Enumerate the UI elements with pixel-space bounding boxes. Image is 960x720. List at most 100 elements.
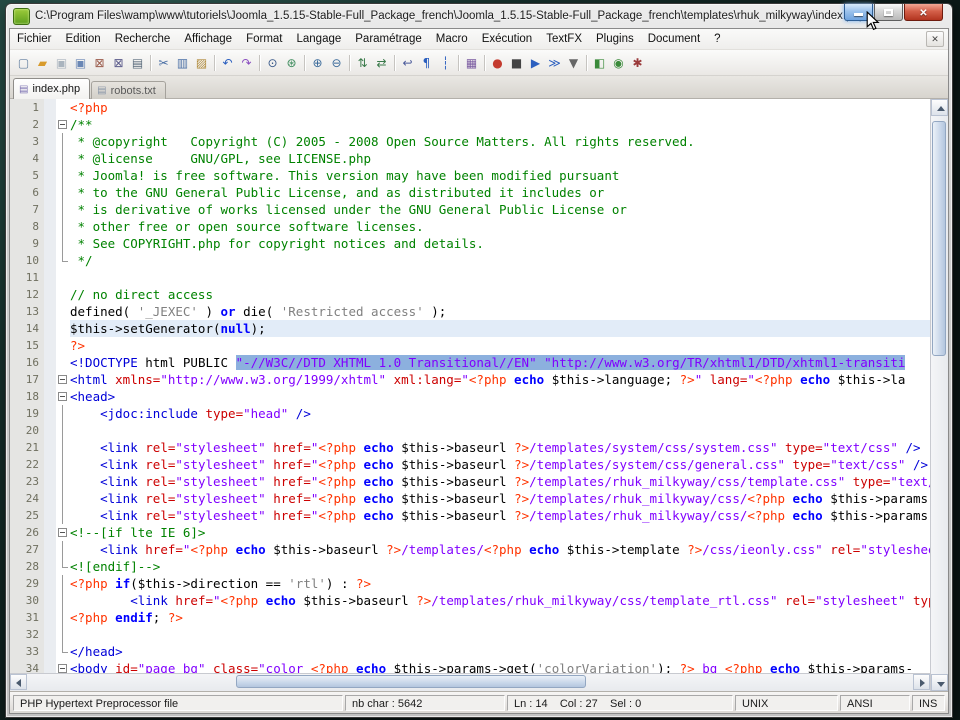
code-text[interactable]: <jdoc:include type="head" /> <box>70 405 930 422</box>
bookmark-margin[interactable] <box>44 524 56 541</box>
code-text[interactable]: <!DOCTYPE html PUBLIC "-//W3C//DTD XHTML… <box>70 354 930 371</box>
code-text[interactable]: ?> <box>70 337 930 354</box>
code-text[interactable]: <link href="<?php echo $this->baseurl ?>… <box>70 592 930 609</box>
find-button[interactable]: ⊙ <box>263 53 282 72</box>
title-bar[interactable]: C:\Program Files\wamp\www\tutoriels\Joom… <box>9 4 949 28</box>
bookmark-margin[interactable] <box>44 337 56 354</box>
menu-item-affichage[interactable]: Affichage <box>177 31 239 47</box>
code-text[interactable]: <!--[if lte IE 6]> <box>70 524 930 541</box>
horizontal-scrollbar[interactable] <box>10 673 930 691</box>
code-text[interactable]: <?php <box>70 99 930 116</box>
bookmark-margin[interactable] <box>44 439 56 456</box>
code-text[interactable] <box>70 269 930 286</box>
code-text[interactable]: <html xmlns="http://www.w3.org/1999/xhtm… <box>70 371 930 388</box>
menu-item-format[interactable]: Format <box>239 31 289 47</box>
stop-record-button[interactable]: ■ <box>507 53 526 72</box>
bookmark-margin[interactable] <box>44 286 56 303</box>
save-macro-button[interactable]: ▼ <box>564 53 583 72</box>
play-macro-button[interactable]: ▶ <box>526 53 545 72</box>
bookmark-margin[interactable] <box>44 99 56 116</box>
bookmark-margin[interactable] <box>44 626 56 643</box>
save-button[interactable]: ▣ <box>52 53 71 72</box>
bookmark-margin[interactable] <box>44 150 56 167</box>
menu-item-document[interactable]: Document <box>641 31 707 47</box>
zoom-in-button[interactable]: ⊕ <box>308 53 327 72</box>
bookmark-margin[interactable] <box>44 541 56 558</box>
show-all-characters-button[interactable]: ¶ <box>417 53 436 72</box>
scroll-up-arrow[interactable] <box>931 99 948 116</box>
fold-collapse-icon[interactable] <box>58 392 67 401</box>
bookmark-margin[interactable] <box>44 354 56 371</box>
fold-collapse-icon[interactable] <box>58 375 67 384</box>
code-text[interactable]: <link rel="stylesheet" href="<?php echo … <box>70 439 930 456</box>
replace-button[interactable]: ⊛ <box>282 53 301 72</box>
bookmark-margin[interactable] <box>44 235 56 252</box>
scroll-right-arrow[interactable] <box>913 674 930 690</box>
cut-button[interactable]: ✂ <box>154 53 173 72</box>
close-button[interactable] <box>904 4 943 21</box>
code-text[interactable]: <link rel="stylesheet" href="<?php echo … <box>70 507 930 524</box>
bookmark-margin[interactable] <box>44 592 56 609</box>
code-text[interactable]: * Joomla! is free software. This version… <box>70 167 930 184</box>
save-all-button[interactable]: ▣ <box>71 53 90 72</box>
menu-item-langage[interactable]: Langage <box>289 31 348 47</box>
code-text[interactable]: <body id="page_bg" class="color_<?php ec… <box>70 660 930 673</box>
bookmark-margin[interactable] <box>44 218 56 235</box>
code-text[interactable]: <link rel="stylesheet" href="<?php echo … <box>70 473 930 490</box>
bookmark-margin[interactable] <box>44 643 56 660</box>
menu-item-item[interactable]: ? <box>707 31 727 47</box>
code-text[interactable]: */ <box>70 252 930 269</box>
code-text[interactable]: // no direct access <box>70 286 930 303</box>
code-text[interactable]: * @license GNU/GPL, see LICENSE.php <box>70 150 930 167</box>
fold-collapse-icon[interactable] <box>58 120 67 129</box>
doc-monitor-button[interactable]: ◉ <box>609 53 628 72</box>
paste-button[interactable]: ▨ <box>192 53 211 72</box>
bookmark-margin[interactable] <box>44 201 56 218</box>
sync-vertical-button[interactable]: ⇅ <box>353 53 372 72</box>
code-text[interactable]: <![endif]--> <box>70 558 930 575</box>
menu-item-recherche[interactable]: Recherche <box>108 31 178 47</box>
bookmark-margin[interactable] <box>44 473 56 490</box>
scroll-down-arrow[interactable] <box>931 674 948 691</box>
code-text[interactable]: /** <box>70 116 930 133</box>
bookmark-margin[interactable] <box>44 320 56 337</box>
redo-button[interactable]: ↷ <box>237 53 256 72</box>
open-file-button[interactable]: ▰ <box>33 53 52 72</box>
bookmark-margin[interactable] <box>44 388 56 405</box>
bookmark-margin[interactable] <box>44 167 56 184</box>
code-text[interactable] <box>70 626 930 643</box>
bookmark-margin[interactable] <box>44 184 56 201</box>
bookmark-margin[interactable] <box>44 558 56 575</box>
bookmark-margin[interactable] <box>44 609 56 626</box>
bookmark-margin[interactable] <box>44 116 56 133</box>
tab-index-php[interactable]: ▤ index.php <box>13 78 91 99</box>
bookmark-margin[interactable] <box>44 575 56 592</box>
close-document-button[interactable] <box>926 31 944 47</box>
copy-button[interactable]: ▥ <box>173 53 192 72</box>
menu-item-param-trage[interactable]: Paramétrage <box>348 31 428 47</box>
indent-guide-button[interactable]: ┆ <box>436 53 455 72</box>
menu-item-plugins[interactable]: Plugins <box>589 31 641 47</box>
record-macro-button[interactable]: ● <box>488 53 507 72</box>
code-lines[interactable]: 1 <?php 2/** 3 * @copyright Copyright (C) 2… <box>10 99 930 673</box>
sync-horizontal-button[interactable]: ⇄ <box>372 53 391 72</box>
undo-button[interactable]: ↶ <box>218 53 237 72</box>
code-text[interactable]: <link rel="stylesheet" href="<?php echo … <box>70 456 930 473</box>
bookmark-margin[interactable] <box>44 660 56 673</box>
code-text[interactable]: <head> <box>70 388 930 405</box>
run-macro-multiple-button[interactable]: ≫ <box>545 53 564 72</box>
fold-collapse-icon[interactable] <box>58 664 67 673</box>
bookmark-margin[interactable] <box>44 303 56 320</box>
word-wrap-button[interactable]: ↩ <box>398 53 417 72</box>
bookmark-margin[interactable] <box>44 371 56 388</box>
code-text[interactable]: defined( '_JEXEC' ) or die( 'Restricted … <box>70 303 930 320</box>
menu-item-edition[interactable]: Edition <box>59 31 108 47</box>
code-text[interactable]: <link rel="stylesheet" href="<?php echo … <box>70 490 930 507</box>
bookmark-margin[interactable] <box>44 269 56 286</box>
scroll-left-arrow[interactable] <box>10 674 27 690</box>
code-text[interactable]: <?php endif; ?> <box>70 609 930 626</box>
bookmark-margin[interactable] <box>44 133 56 150</box>
close-all-button[interactable]: ⊠ <box>109 53 128 72</box>
menu-item-fichier[interactable]: Fichier <box>10 31 59 47</box>
bookmark-margin[interactable] <box>44 507 56 524</box>
